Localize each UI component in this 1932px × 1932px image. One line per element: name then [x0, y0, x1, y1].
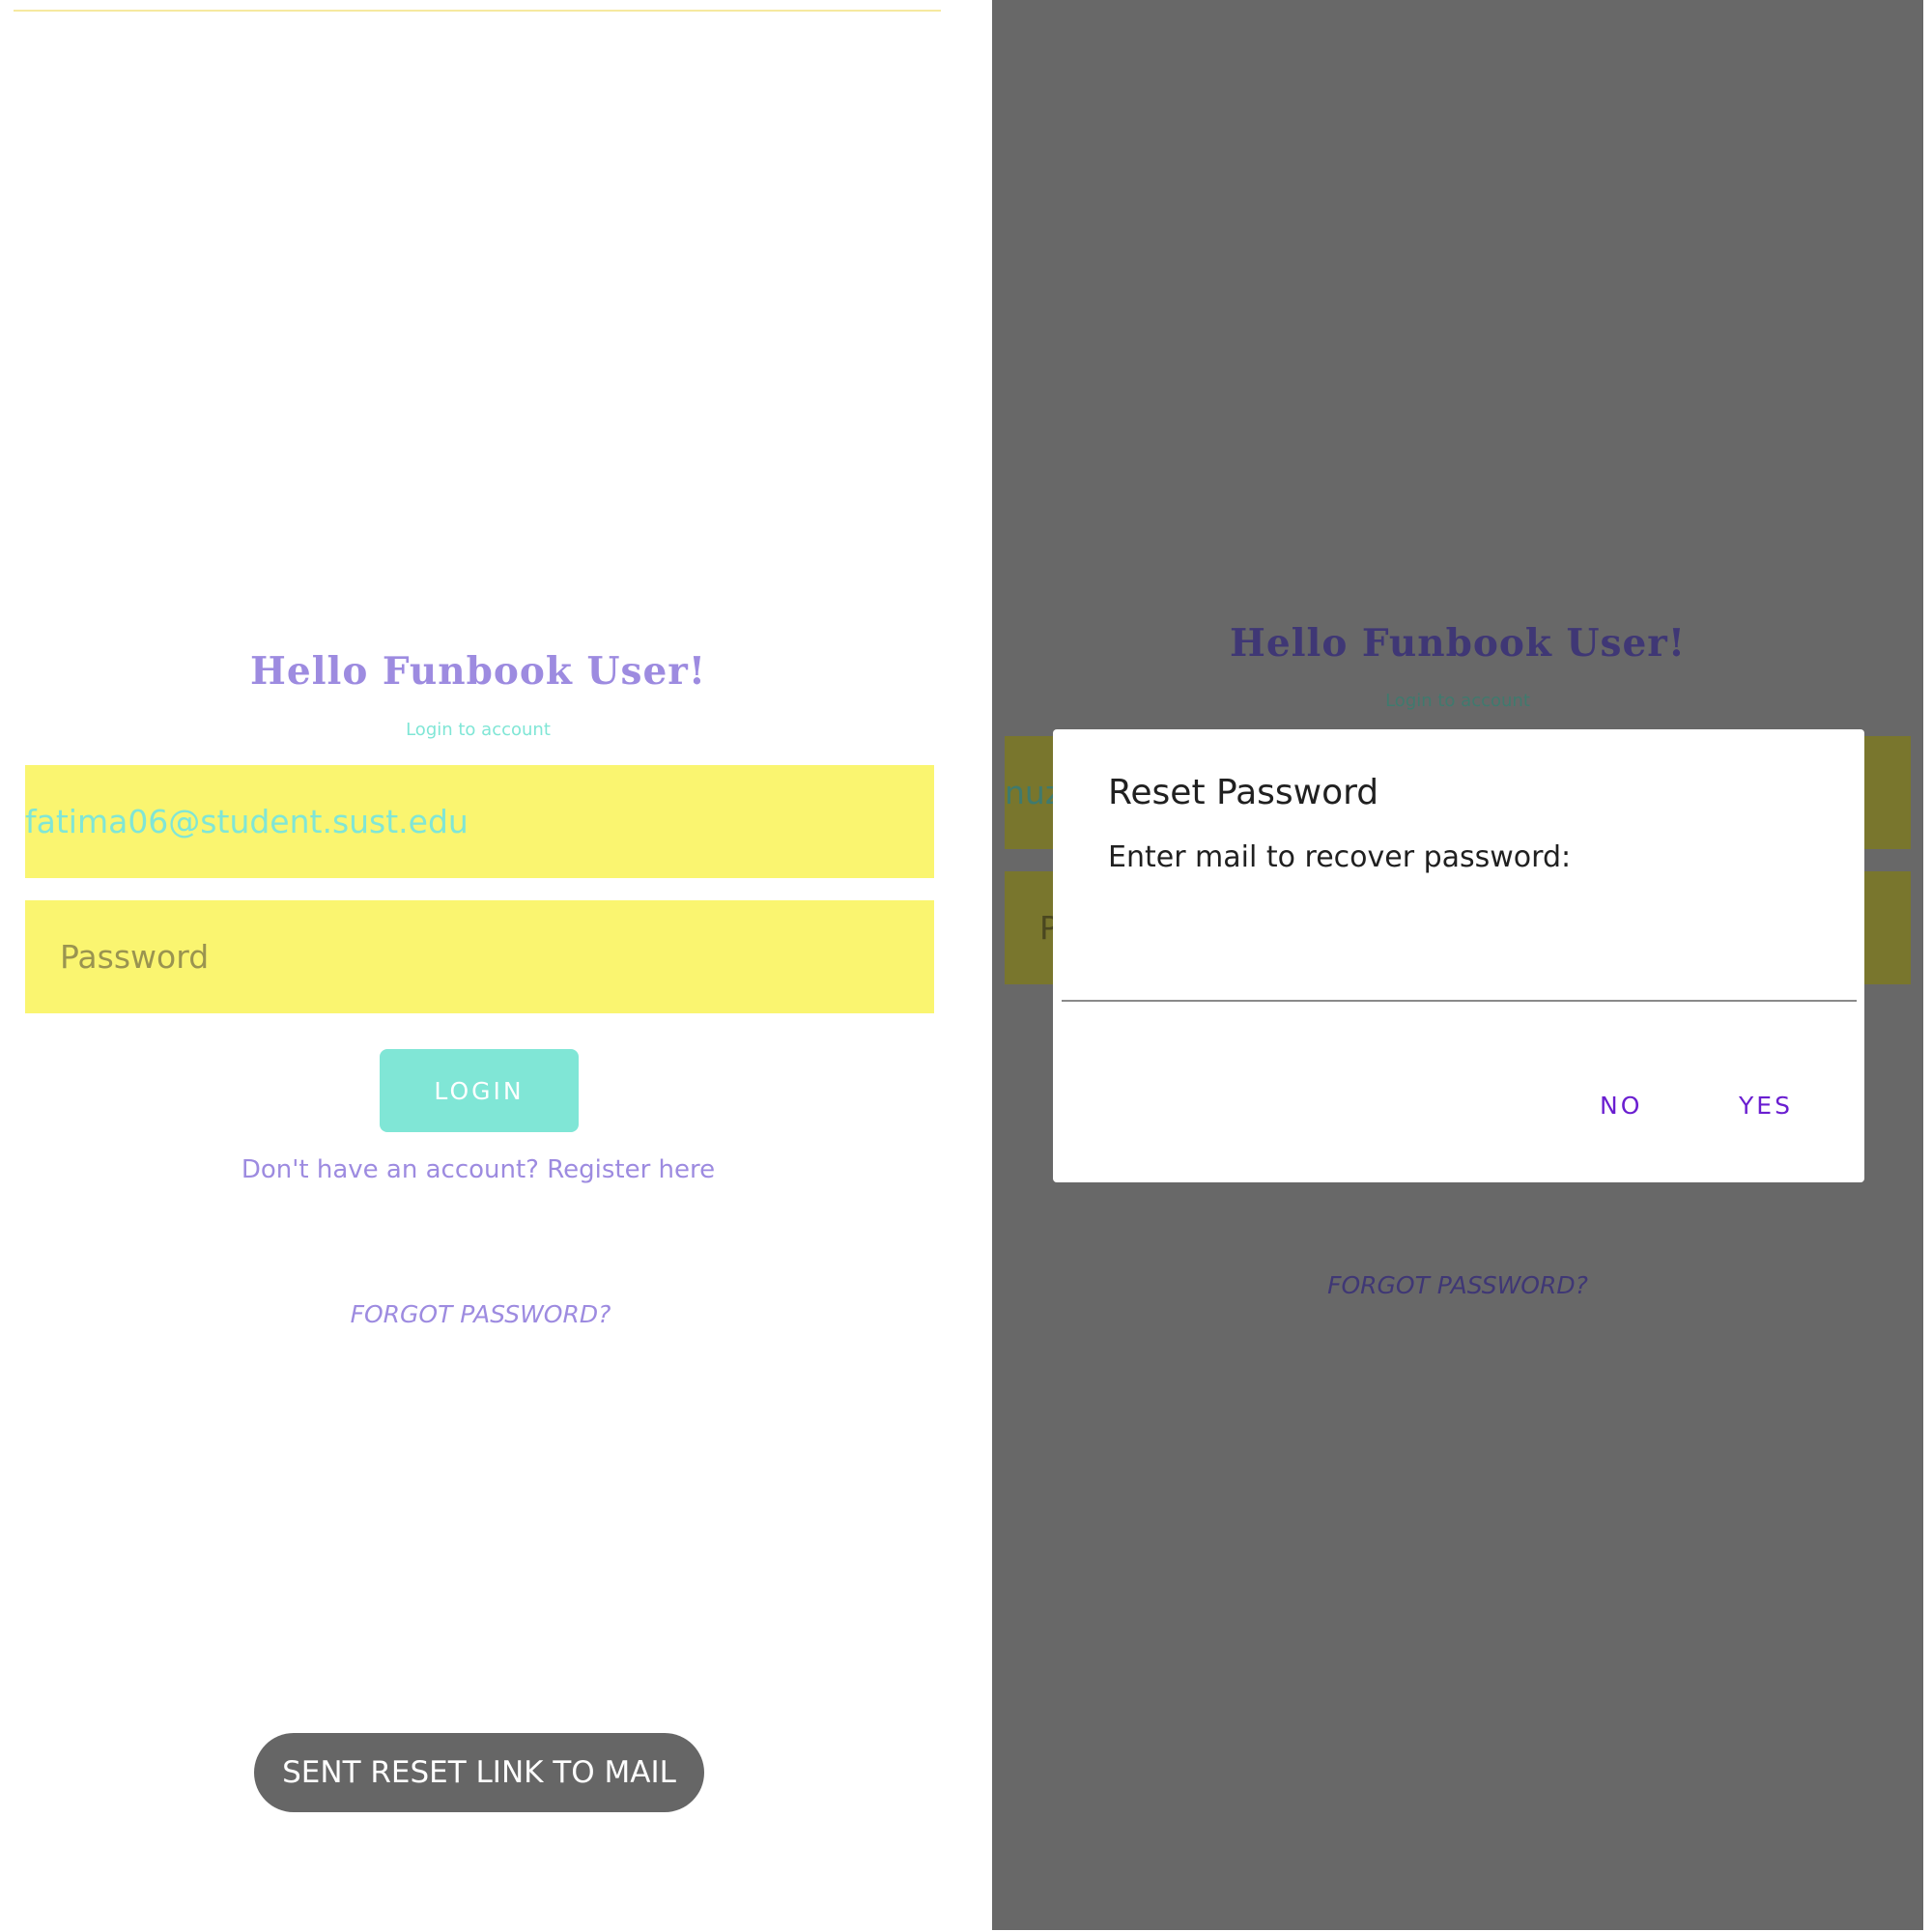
yes-button[interactable]: YES — [1739, 1092, 1793, 1120]
dimmed-page-title: Hello Funbook User! — [1230, 621, 1686, 666]
login-button-label: LOGIN — [434, 1076, 525, 1105]
page-title: Hello Funbook User! — [250, 649, 706, 694]
email-field[interactable]: fatima06@student.sust.edu — [25, 765, 934, 878]
no-button[interactable]: NO — [1600, 1092, 1642, 1120]
login-screen: Hello Funbook User! Login to account fat… — [0, 0, 966, 1932]
password-field[interactable]: Password — [25, 900, 934, 1013]
toast-message: SENT RESET LINK TO MAIL — [254, 1733, 704, 1812]
dimmed-page-subtitle: Login to account — [1385, 691, 1530, 711]
reset-dialog-screen: Hello Funbook User! Login to account nuz… — [992, 0, 1923, 1930]
top-divider — [14, 10, 941, 12]
register-link[interactable]: Don't have an account? Register here — [0, 1155, 956, 1184]
page-subtitle: Login to account — [406, 720, 551, 740]
recovery-email-input[interactable] — [1062, 932, 1857, 1002]
dialog-title: Reset Password — [1108, 773, 1379, 812]
email-field-value: fatima06@student.sust.edu — [25, 803, 469, 840]
login-button[interactable]: LOGIN — [380, 1049, 579, 1132]
reset-password-dialog: Reset Password Enter mail to recover pas… — [1053, 729, 1864, 1182]
dialog-message: Enter mail to recover password: — [1108, 840, 1572, 874]
screenshot-canvas: Hello Funbook User! Login to account fat… — [0, 0, 1932, 1932]
dimmed-forgot-password-link: FORGOT PASSWORD? — [1327, 1271, 1588, 1299]
forgot-password-link[interactable]: FORGOT PASSWORD? — [0, 1300, 961, 1328]
password-placeholder: Password — [60, 938, 210, 976]
toast-text: SENT RESET LINK TO MAIL — [282, 1755, 676, 1790]
